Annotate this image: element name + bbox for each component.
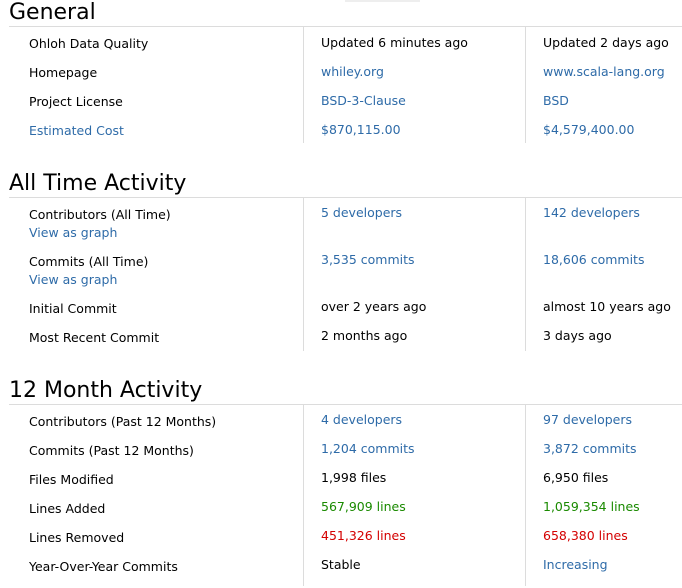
estimated-cost-a[interactable]: $870,115.00 bbox=[321, 122, 401, 137]
value-data-quality-b: Updated 2 days ago bbox=[543, 35, 669, 50]
row-label-files-modified: Files Modified bbox=[29, 472, 114, 487]
row-label-yoy-commits: Year-Over-Year Commits bbox=[29, 559, 178, 574]
lines-removed-b: 658,380 lines bbox=[543, 528, 628, 543]
lines-added-a: 567,909 lines bbox=[321, 499, 406, 514]
yoy-commits-b[interactable]: Increasing bbox=[543, 557, 608, 572]
column-divider bbox=[525, 198, 526, 351]
contributors-12m-a[interactable]: 4 developers bbox=[321, 412, 402, 427]
row-label-commits-all-time: Commits (All Time) bbox=[29, 254, 149, 269]
row-label-contributors-12m: Contributors (Past 12 Months) bbox=[29, 414, 217, 429]
homepage-link-a[interactable]: whiley.org bbox=[321, 64, 384, 79]
column-divider bbox=[525, 27, 526, 143]
section-divider bbox=[9, 197, 682, 198]
twelve-month-section: 12 Month Activity Contributors (Past 12 … bbox=[0, 378, 682, 586]
view-as-graph-link[interactable]: View as graph bbox=[29, 272, 117, 287]
row-label-license: Project License bbox=[29, 94, 123, 109]
estimated-cost-b[interactable]: $4,579,400.00 bbox=[543, 122, 634, 137]
column-divider bbox=[303, 405, 304, 586]
files-modified-a: 1,998 files bbox=[321, 470, 387, 485]
contributors-all-time-b[interactable]: 142 developers bbox=[543, 205, 640, 220]
value-data-quality-a: Updated 6 minutes ago bbox=[321, 35, 468, 50]
general-section: General Ohloh Data Quality Updated 6 min… bbox=[0, 0, 682, 150]
section-title-general: General bbox=[9, 0, 96, 25]
row-label-most-recent-commit: Most Recent Commit bbox=[29, 330, 160, 345]
view-as-graph-link[interactable]: View as graph bbox=[29, 225, 117, 240]
estimated-cost-link[interactable]: Estimated Cost bbox=[29, 123, 124, 138]
commits-all-time-a[interactable]: 3,535 commits bbox=[321, 252, 415, 267]
all-time-section: All Time Activity Contributors (All Time… bbox=[0, 171, 682, 356]
lines-removed-a: 451,326 lines bbox=[321, 528, 406, 543]
column-divider bbox=[525, 405, 526, 586]
homepage-link-b[interactable]: www.scala-lang.org bbox=[543, 64, 665, 79]
license-link-b[interactable]: BSD bbox=[543, 93, 569, 108]
lines-added-b: 1,059,354 lines bbox=[543, 499, 640, 514]
section-divider bbox=[9, 26, 682, 27]
most-recent-commit-b: 3 days ago bbox=[543, 328, 612, 343]
row-label-lines-added: Lines Added bbox=[29, 501, 106, 516]
most-recent-commit-a: 2 months ago bbox=[321, 328, 408, 343]
contributors-12m-b[interactable]: 97 developers bbox=[543, 412, 632, 427]
section-title-12-month: 12 Month Activity bbox=[9, 378, 203, 403]
yoy-commits-a: Stable bbox=[321, 557, 361, 572]
column-divider bbox=[303, 27, 304, 143]
section-title-all-time: All Time Activity bbox=[9, 171, 187, 196]
row-label-lines-removed: Lines Removed bbox=[29, 530, 125, 545]
row-label-homepage: Homepage bbox=[29, 65, 98, 80]
commits-12m-a[interactable]: 1,204 commits bbox=[321, 441, 415, 456]
initial-commit-a: over 2 years ago bbox=[321, 299, 427, 314]
row-label-commits-12m: Commits (Past 12 Months) bbox=[29, 443, 194, 458]
section-divider bbox=[9, 404, 682, 405]
contributors-all-time-a[interactable]: 5 developers bbox=[321, 205, 402, 220]
initial-commit-b: almost 10 years ago bbox=[543, 299, 671, 314]
row-label-initial-commit: Initial Commit bbox=[29, 301, 117, 316]
license-link-a[interactable]: BSD-3-Clause bbox=[321, 93, 406, 108]
commits-all-time-b[interactable]: 18,606 commits bbox=[543, 252, 644, 267]
commits-12m-b[interactable]: 3,872 commits bbox=[543, 441, 637, 456]
files-modified-b: 6,950 files bbox=[543, 470, 609, 485]
row-label-data-quality: Ohloh Data Quality bbox=[29, 36, 149, 51]
row-label-contributors-all-time: Contributors (All Time) bbox=[29, 207, 171, 222]
column-divider bbox=[303, 198, 304, 351]
